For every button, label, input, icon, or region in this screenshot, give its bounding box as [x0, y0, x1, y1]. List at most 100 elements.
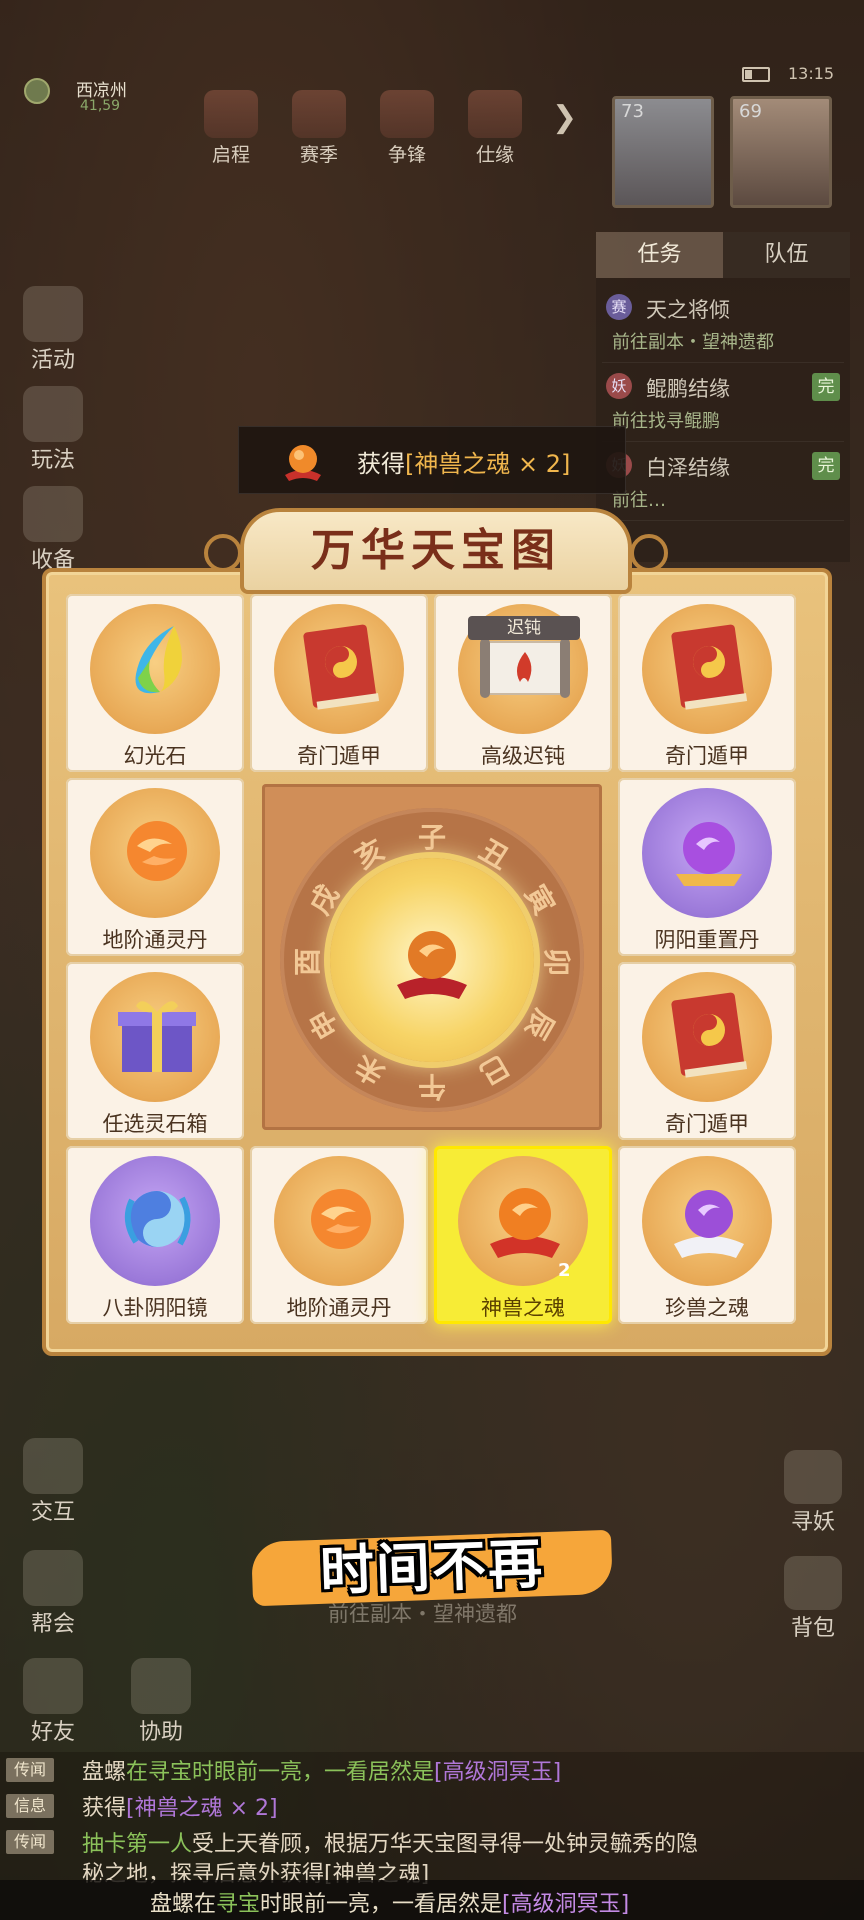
right-menu-seek-demon[interactable]: 寻妖 — [776, 1450, 850, 1536]
menu-career[interactable]: 仕缘 — [464, 90, 526, 167]
scroll-ornament-left — [204, 534, 242, 572]
obtain-notification: 获得[神兽之魂 × 2] — [238, 426, 626, 494]
player-level: 69 — [739, 101, 762, 122]
beast-soul-icon — [285, 445, 321, 481]
board-cell[interactable]: 幻光石 — [66, 594, 244, 772]
rare-beast-soul-icon — [674, 1190, 744, 1258]
chat-channel-tag: 传闻 — [6, 1758, 54, 1782]
chat-channel-tag: 传闻 — [6, 1830, 54, 1854]
board-cell[interactable]: 地阶通灵丹 — [250, 1146, 428, 1324]
task-type-badge: 妖 — [606, 373, 632, 399]
journey-icon — [204, 90, 258, 138]
left-menu-friends[interactable]: 好友 — [16, 1658, 90, 1746]
dial-char: 酉 — [291, 947, 325, 977]
pet-portrait[interactable]: 73 — [612, 96, 714, 208]
task-item[interactable]: 妖 鲲鹏结缘 前往找寻鲲鹏 完 — [602, 363, 844, 442]
task-tabs: 任务 队伍 — [596, 232, 850, 278]
item-count: 2 — [558, 1260, 571, 1281]
chat-line: 信息 获得[神兽之魂 × 2] — [6, 1790, 278, 1822]
dial-char: 卯 — [540, 947, 574, 977]
dial-char: 申 — [302, 1003, 346, 1045]
dial-char: 子 — [418, 821, 447, 854]
dial-char: 巳 — [473, 1048, 515, 1092]
task-list: 赛 天之将倾 前往副本・望神遗都 妖 鲲鹏结缘 前往找寻鲲鹏 完 妖 白泽结缘 … — [596, 278, 850, 527]
friends-icon — [23, 1658, 83, 1714]
red-book-icon — [303, 624, 380, 710]
dial-char: 未 — [349, 1048, 391, 1092]
board-cell[interactable]: 任选灵石箱 — [66, 962, 244, 1140]
assist-icon — [131, 1658, 191, 1714]
board-cell[interactable]: 奇门遁甲 — [250, 594, 428, 772]
board-cell[interactable]: 八卦阴阳镜 — [66, 1146, 244, 1324]
chat-log[interactable]: 传闻 盘螺在寻宝时眼前一亮，一看居然是[高级洞冥玉] 信息 获得[神兽之魂 × 2]… — [0, 1752, 864, 1887]
board-title-plate: 万华天宝图 — [204, 508, 668, 594]
right-menu-bag[interactable]: 背包 — [776, 1556, 850, 1642]
orange-pill-icon — [311, 1189, 371, 1249]
task-desc: 前往找寻鲲鹏 — [612, 411, 720, 432]
interact-icon — [23, 1438, 83, 1494]
player-portrait[interactable]: 69 — [730, 96, 832, 208]
task-complete-badge: 完 — [812, 452, 840, 480]
bagua-mirror-icon — [124, 1191, 191, 1247]
dial-char: 午 — [418, 1070, 447, 1103]
menu-qicheng[interactable]: 启程 — [200, 90, 262, 167]
tab-tasks[interactable]: 任务 — [596, 232, 723, 278]
board-cell-selected[interactable]: 2 神兽之魂 — [434, 1146, 612, 1324]
task-item[interactable]: 赛 天之将倾 前往副本・望神遗都 — [602, 284, 844, 363]
seek-demon-icon — [784, 1450, 842, 1504]
map-icon — [24, 78, 50, 104]
guild-icon — [23, 1550, 83, 1606]
task-desc: 前往副本・望神遗都 — [612, 332, 774, 353]
board-cell[interactable]: 奇门遁甲 — [618, 962, 796, 1140]
task-type-badge: 赛 — [606, 294, 632, 320]
left-menu-collect[interactable]: 收备 — [16, 486, 90, 574]
purple-orb-icon — [676, 822, 742, 886]
board-title: 万华天宝图 — [311, 525, 561, 576]
board-cell[interactable]: 珍兽之魂 — [618, 1146, 796, 1324]
dial-char: 寅 — [518, 879, 562, 921]
menu-season[interactable]: 赛季 — [288, 90, 350, 167]
battery-icon — [742, 67, 770, 82]
board-center-dial: 子丑寅卯辰巳午未申酉戌亥 — [262, 784, 602, 1130]
bag-icon — [784, 1556, 842, 1610]
chat-channel-tag: 信息 — [6, 1794, 54, 1818]
dial-glow — [330, 858, 534, 1062]
location-coord: 41,59 — [80, 98, 121, 114]
left-menu-guild[interactable]: 帮会 — [16, 1550, 90, 1638]
scroll-ornament-right — [630, 534, 668, 572]
activity-icon — [23, 286, 83, 342]
clock: 13:15 — [788, 64, 835, 83]
beast-soul-icon — [490, 1188, 560, 1258]
broadcast-marquee: 盘螺在寻宝时眼前一亮，一看居然是[高级洞冥玉] — [0, 1880, 864, 1920]
pet-level: 73 — [621, 101, 644, 122]
tab-team[interactable]: 队伍 — [723, 232, 850, 278]
minimap-location[interactable]: 西凉州 41,59 — [22, 74, 142, 120]
left-menu-assist[interactable]: 协助 — [124, 1658, 198, 1746]
video-subtitle: 时间不再 — [250, 1529, 614, 1607]
top-menu: 启程 赛季 争锋 仕缘 — [200, 90, 526, 167]
gift-box-icon — [118, 1001, 196, 1072]
chevron-right-icon[interactable]: ❯ — [552, 100, 577, 135]
beast-soul-icon — [397, 931, 467, 999]
obtain-text: 获得[神兽之魂 × 2] — [357, 450, 571, 478]
task-item[interactable]: 妖 白泽结缘 前往… 完 — [602, 442, 844, 521]
red-book-icon — [671, 992, 748, 1078]
collect-icon — [23, 486, 83, 542]
board-cell[interactable]: 阴阳重置丹 — [618, 778, 796, 956]
zodiac-dial: 子丑寅卯辰巳午未申酉戌亥 — [280, 808, 584, 1112]
chat-line: 传闻 盘螺在寻宝时眼前一亮，一看居然是[高级洞冥玉] — [6, 1754, 561, 1786]
board-cell[interactable]: 奇门遁甲 — [618, 594, 796, 772]
rainbow-stone-icon — [135, 626, 182, 694]
left-menu-play[interactable]: 玩法 — [16, 386, 90, 474]
dial-char: 辰 — [518, 1003, 562, 1045]
play-icon — [23, 386, 83, 442]
season-icon — [292, 90, 346, 138]
task-title: 鲲鹏结缘 — [646, 377, 730, 401]
item-tag: 迟钝 — [468, 616, 580, 640]
contest-icon — [380, 90, 434, 138]
left-menu-activity[interactable]: 活动 — [16, 286, 90, 374]
left-menu-interact[interactable]: 交互 — [16, 1438, 90, 1526]
menu-contest[interactable]: 争锋 — [376, 90, 438, 167]
board-cell[interactable]: 迟钝 高级迟钝 — [434, 594, 612, 772]
board-cell[interactable]: 地阶通灵丹 — [66, 778, 244, 956]
